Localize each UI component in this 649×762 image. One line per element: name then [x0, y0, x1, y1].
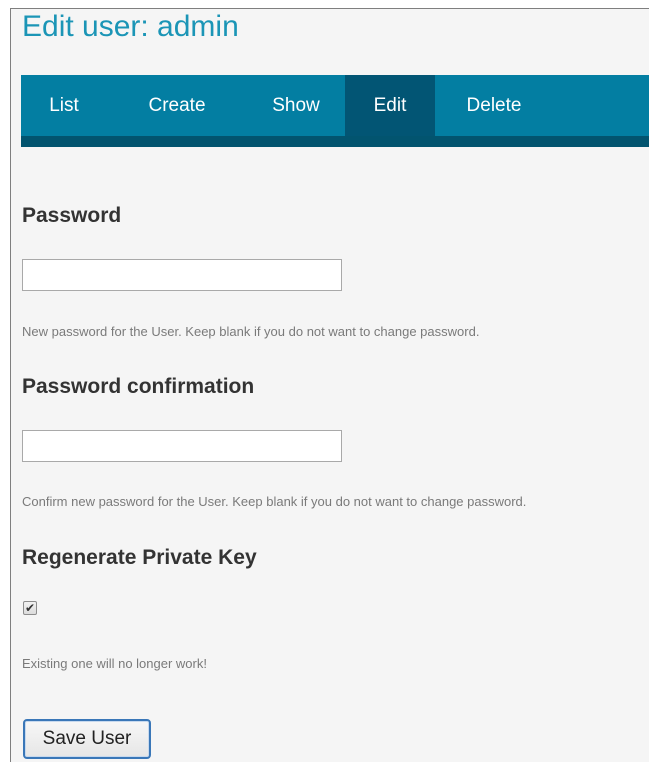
password-confirmation-label: Password confirmation — [22, 375, 255, 398]
page-title: Edit user: admin — [22, 10, 239, 43]
save-user-button[interactable]: Save User — [23, 719, 151, 759]
tab-delete[interactable]: Delete — [435, 75, 553, 136]
password-help-text: New password for the User. Keep blank if… — [22, 324, 480, 339]
password-confirmation-help-text: Confirm new password for the User. Keep … — [22, 494, 527, 509]
tab-edit[interactable]: Edit — [345, 75, 435, 136]
app-frame: Edit user: admin List Create Show Edit D… — [10, 8, 649, 762]
tab-show[interactable]: Show — [247, 75, 345, 136]
tab-list[interactable]: List — [21, 75, 107, 136]
password-confirmation-input[interactable] — [22, 430, 342, 462]
regenerate-key-checkbox[interactable]: ✔ — [23, 601, 37, 615]
checkmark-icon: ✔ — [24, 601, 36, 615]
password-label: Password — [22, 204, 122, 227]
password-input[interactable] — [22, 259, 342, 291]
regenerate-key-label: Regenerate Private Key — [22, 546, 257, 569]
action-navbar: List Create Show Edit Delete — [21, 75, 649, 147]
regenerate-key-help-text: Existing one will no longer work! — [22, 656, 207, 671]
tab-create[interactable]: Create — [107, 75, 247, 136]
navbar-bottom-strip — [21, 136, 649, 147]
